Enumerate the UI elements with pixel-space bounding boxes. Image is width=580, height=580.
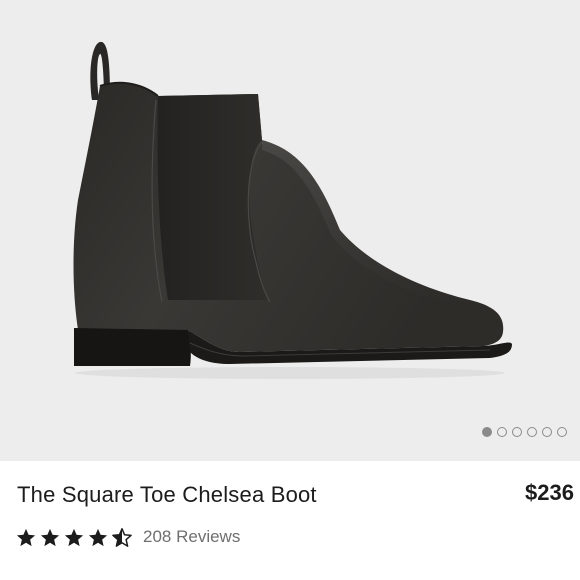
product-rating[interactable]: 208 Reviews [16,527,240,547]
star-half-icon [112,527,132,547]
product-title: The Square Toe Chelsea Boot [17,482,317,507]
gallery-pagination [482,427,567,437]
gallery-dot[interactable] [527,427,537,437]
gallery-dot[interactable] [557,427,567,437]
product-info: The Square Toe Chelsea Boot $236 208 Rev… [0,461,580,580]
reviews-link[interactable]: 208 Reviews [143,527,240,547]
star-full-icon [64,528,84,547]
star-rating [16,527,132,547]
product-image-gallery[interactable] [0,0,580,461]
gallery-dot[interactable] [542,427,552,437]
gallery-dot[interactable] [497,427,507,437]
product-price: $236 [525,480,574,505]
chelsea-boot-image[interactable] [0,0,580,461]
gallery-dot[interactable] [512,427,522,437]
gallery-dot[interactable] [482,427,492,437]
product-screen: The Square Toe Chelsea Boot $236 208 Rev… [0,0,580,580]
star-full-icon [88,528,108,547]
star-full-icon [40,528,60,547]
star-full-icon [16,528,36,547]
